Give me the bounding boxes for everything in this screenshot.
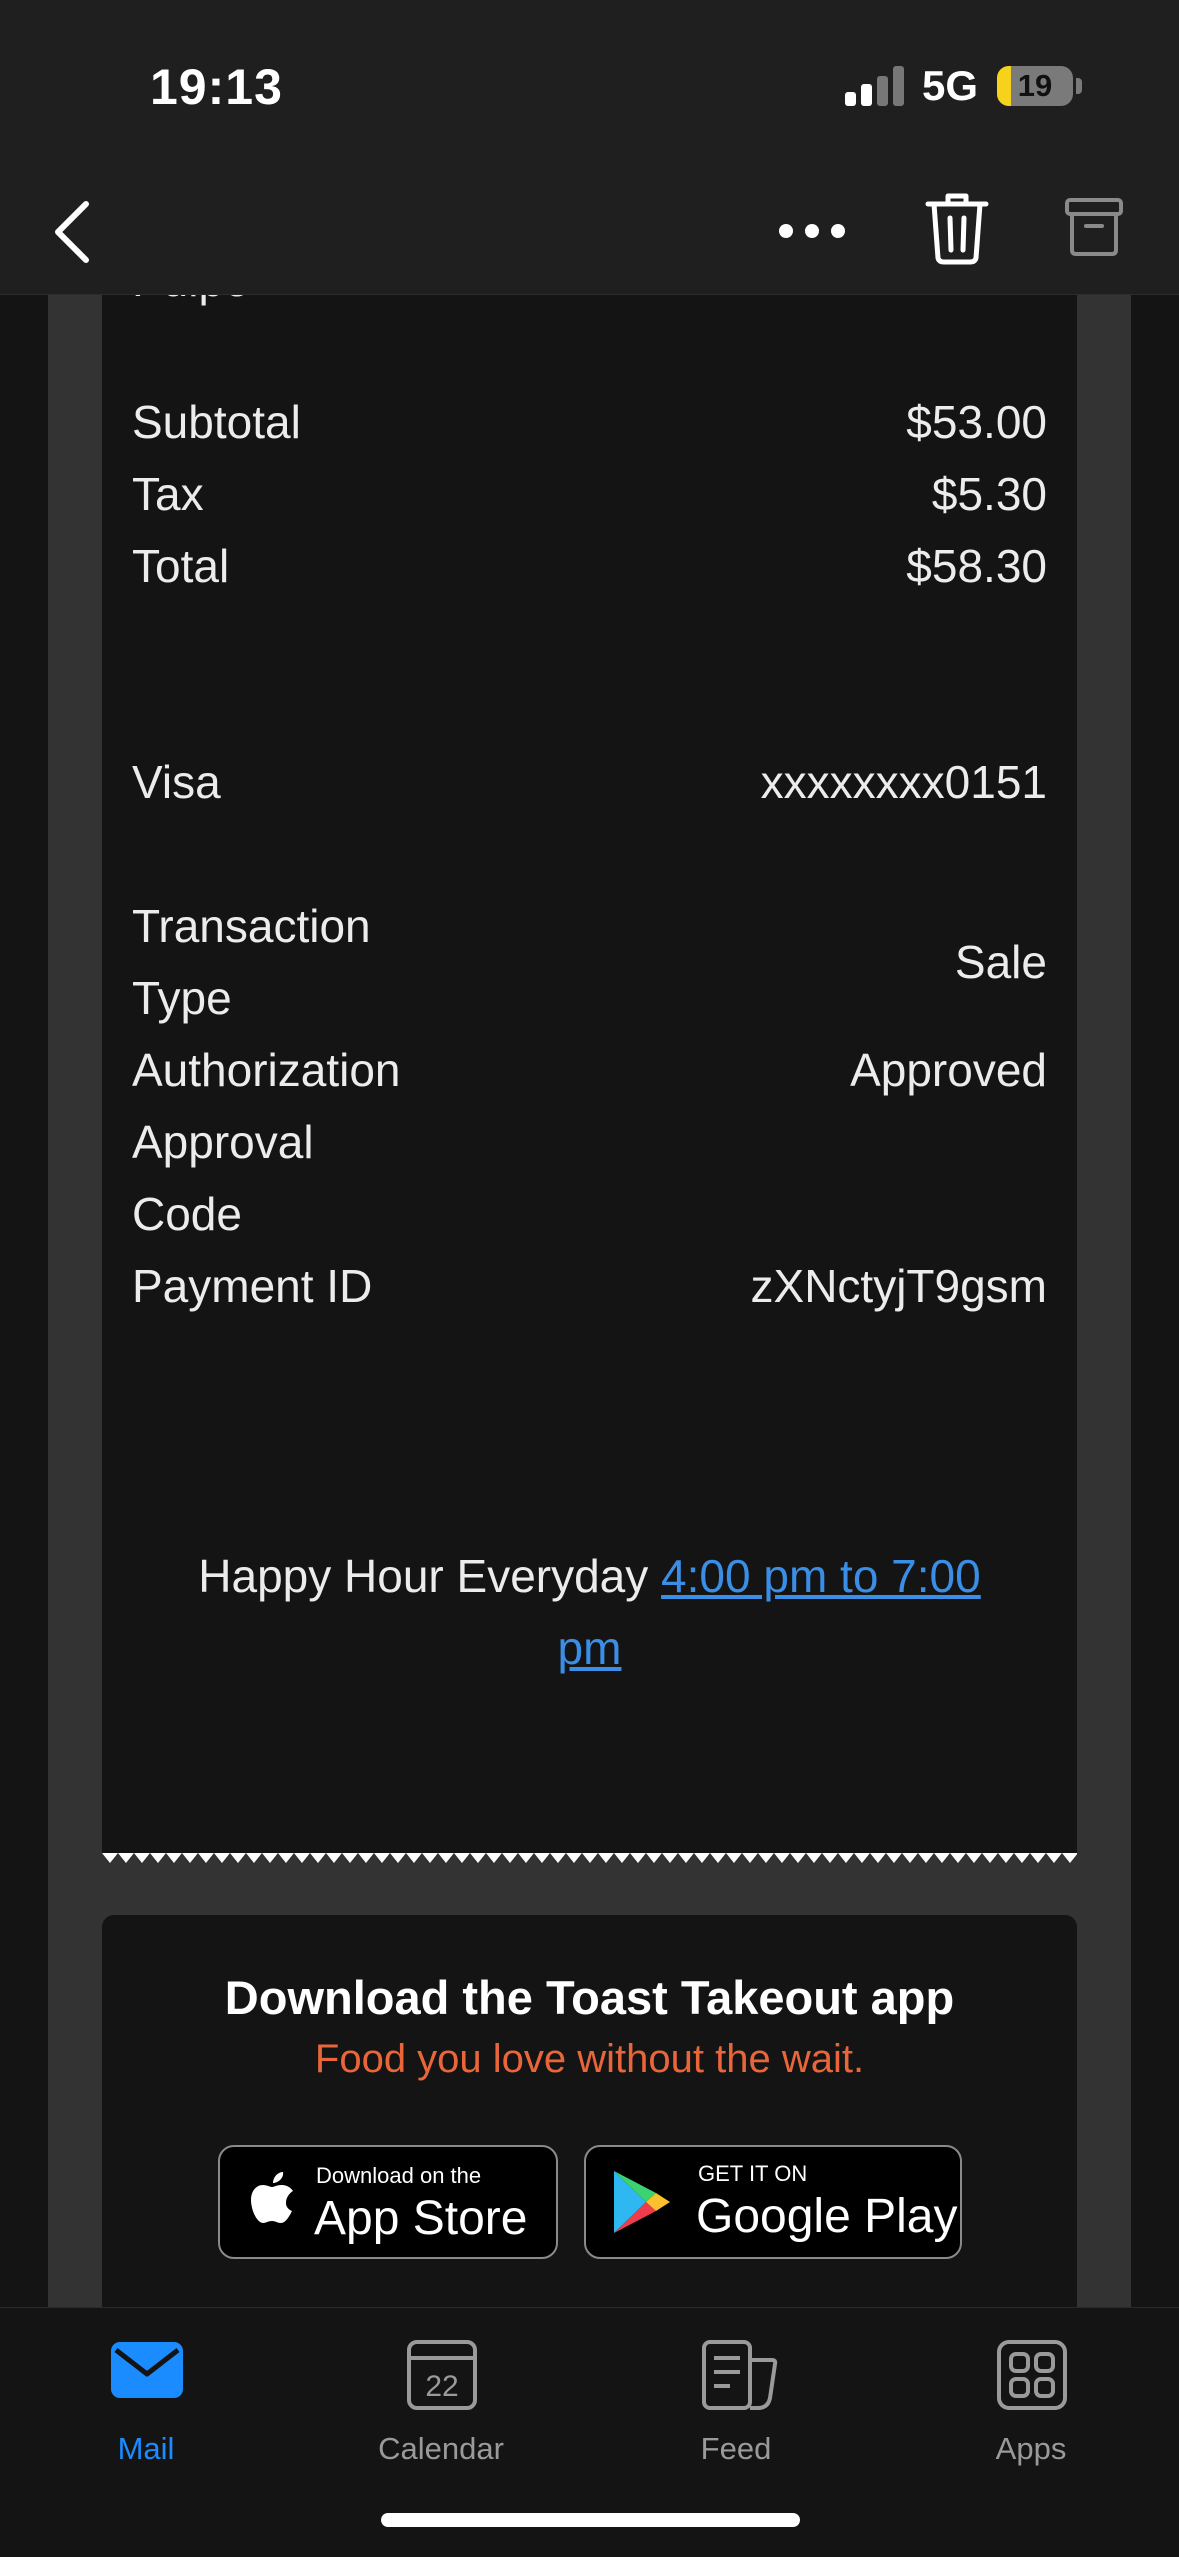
transaction-type-label-2: Type [132, 972, 232, 1024]
delete-button[interactable] [924, 190, 990, 266]
home-indicator[interactable] [381, 2513, 800, 2527]
trash-icon [925, 193, 989, 265]
status-time: 19:13 [150, 59, 283, 115]
card-label: Visa [132, 756, 221, 808]
google-play-button[interactable]: GET IT ON Google Play [584, 2145, 962, 2259]
archive-button[interactable] [1064, 194, 1124, 260]
mail-icon [111, 2342, 183, 2398]
apps-grid-icon [997, 2340, 1067, 2410]
authorization-value: Approved [850, 1044, 1047, 1096]
authorization-label: Authorization [132, 1044, 401, 1096]
transaction-type-value: Sale [954, 936, 1047, 988]
happy-hour-text: Happy Hour Everyday 4:00 pm to 7:00 pm [102, 1540, 1077, 1684]
promo-card: Download the Toast Takeout app Food you … [102, 1915, 1077, 2307]
more-horizontal-icon [779, 224, 845, 238]
card-value: xxxxxxxx0151 [760, 756, 1047, 808]
subtotal-label: Subtotal [132, 396, 301, 448]
payment-id-value: zXNctyjT9gsm [750, 1260, 1047, 1312]
chevron-left-icon [55, 201, 89, 263]
battery-icon: 19 [997, 66, 1073, 106]
tab-mail-label: Mail [117, 2431, 175, 2466]
battery-tip [1076, 78, 1082, 94]
receipt-zigzag-edge [102, 1853, 1077, 1875]
tab-feed-label: Feed [700, 2431, 772, 2466]
feed-icon [702, 2340, 778, 2410]
tax-label: Tax [132, 468, 204, 520]
tab-calendar-label: Calendar [378, 2431, 504, 2466]
app-store-big-text: App Store [314, 2192, 528, 2245]
happy-hour-label: Happy Hour Everyday [198, 1550, 662, 1602]
app-store-small-text: Download on the [316, 2163, 482, 2188]
promo-subtitle: Food you love without the wait. [314, 2037, 865, 2081]
back-button[interactable] [44, 194, 104, 270]
tab-apps-label: Apps [995, 2431, 1067, 2466]
apple-logo-icon [251, 2172, 293, 2223]
approval-code-label-1: Approval [132, 1116, 314, 1168]
tax-value: $5.30 [931, 468, 1047, 520]
payment-id-label: Payment ID [132, 1260, 373, 1312]
google-play-small-text: GET IT ON [698, 2161, 808, 2186]
google-play-big-text: Google Play [696, 2190, 958, 2243]
promo-title: Download the Toast Takeout app [224, 1971, 955, 2024]
more-button[interactable] [776, 206, 848, 256]
email-body[interactable]: Pulpo Subtotal $53.00 Tax $5.30 Total $5… [0, 295, 1179, 2307]
calendar-day: 22 [425, 2370, 458, 2403]
network-type: 5G [922, 62, 979, 109]
subtotal-value: $53.00 [906, 396, 1047, 448]
calendar-icon: 22 [407, 2340, 477, 2410]
signal-icon [845, 66, 907, 106]
mail-toolbar [0, 170, 1179, 295]
transaction-type-label-1: Transaction [132, 900, 371, 952]
happy-hour-time-link[interactable]: 4:00 pm to 7:00 [661, 1550, 981, 1602]
status-bar: 19:13 5G 19 [0, 0, 1179, 170]
line-item-partial: Pulpo [132, 295, 250, 307]
app-store-button[interactable]: Download on the App Store [218, 2145, 558, 2259]
total-value: $58.30 [906, 540, 1047, 592]
total-label: Total [132, 540, 230, 592]
google-play-icon [614, 2171, 670, 2233]
archive-icon [1065, 198, 1123, 256]
happy-hour-time-link-end[interactable]: pm [558, 1622, 622, 1674]
receipt-card: Pulpo Subtotal $53.00 Tax $5.30 Total $5… [102, 295, 1077, 1853]
battery-percent: 19 [1017, 68, 1053, 103]
approval-code-label-2: Code [132, 1188, 242, 1240]
